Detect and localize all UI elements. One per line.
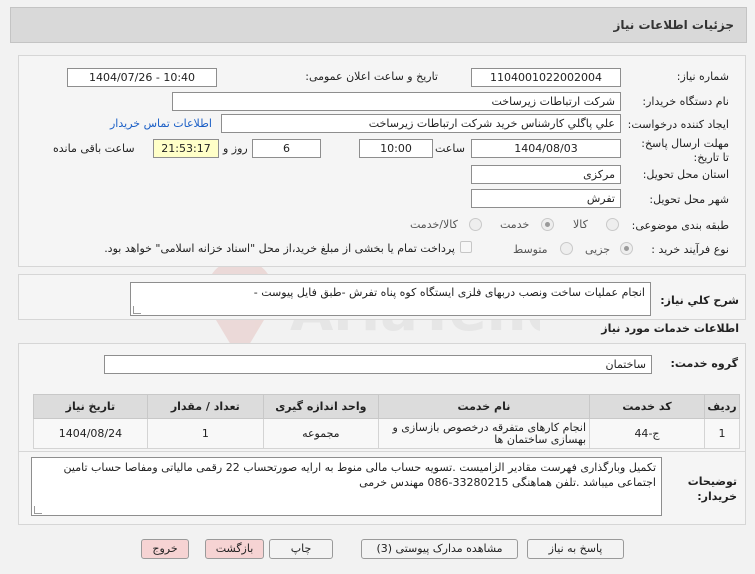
cell-need-date: 1404/08/24	[33, 418, 148, 449]
payment-checkbox[interactable]	[460, 241, 472, 253]
deadline-date-field[interactable]: 1404/08/03	[471, 139, 621, 158]
creator-label: ايجاد كننده درخواست:	[627, 118, 729, 131]
category-radio-service[interactable]	[541, 218, 554, 231]
announce-label: تاريخ و ساعت اعلان عمومی:	[305, 70, 438, 83]
payment-text: پرداخت تمام یا بخشی از مبلغ خرید،از محل …	[104, 242, 455, 255]
process-label: نوع فرآیند خرید :	[651, 243, 729, 256]
creator-field[interactable]: علي پاگلي كارشناس خريد شركت ارتباطات زير…	[221, 114, 621, 133]
category-option-goods-service: کالا/خدمت	[410, 218, 458, 231]
col-header-service-name: نام خدمت	[377, 394, 591, 419]
buyer-org-label: نام دستگاه خريدار:	[642, 95, 729, 108]
print-button[interactable]: چاپ	[269, 539, 333, 559]
time-label: ساعت	[435, 142, 465, 155]
days-field[interactable]: 6	[252, 139, 321, 158]
col-header-need-date: تاريخ نياز	[33, 394, 148, 419]
col-header-row-number: رديف	[703, 394, 741, 419]
table-row[interactable]: 1 ج-44 انجام کارهای متفرقه درخصوص بازساز…	[33, 418, 741, 449]
service-group-label: گروه خدمت:	[670, 357, 738, 370]
category-radio-goods[interactable]	[606, 218, 619, 231]
remaining-time-field[interactable]: 21:53:17	[153, 139, 219, 158]
contact-info-link[interactable]: اطلاعات تماس خريدار	[110, 117, 212, 130]
need-number-field[interactable]: 1104001022002004	[471, 68, 621, 87]
province-label: استان محل تحويل:	[642, 168, 729, 181]
category-radio-goods-service[interactable]	[469, 218, 482, 231]
deadline-label: مهلت ارسال پاسخ: تا تاریخ:	[641, 137, 729, 164]
col-header-service-code: كد خدمت	[589, 394, 705, 419]
process-option-medium: متوسط	[513, 243, 548, 256]
exit-button[interactable]: خروج	[141, 539, 189, 559]
notes-textarea[interactable]: تکمیل وبارگذاری فهرست مقادیر الزامیست .ت…	[31, 457, 662, 516]
page-title: جزئيات اطلاعات نياز	[613, 18, 734, 32]
cell-unit: مجموعه	[262, 418, 379, 449]
process-radio-medium[interactable]	[560, 242, 573, 255]
services-table: رديف كد خدمت نام خدمت واحد اندازه گيری ت…	[33, 394, 741, 449]
cell-service-name: انجام کارهای متفرقه درخصوص بازسازی و بهس…	[377, 418, 591, 449]
resize-grip-icon[interactable]	[133, 306, 141, 314]
summary-text: انجام عملیات ساخت ونصب دربهای فلزی ایستگ…	[253, 286, 645, 299]
buyer-org-field[interactable]: شركت ارتباطات زيرساخت	[172, 92, 621, 111]
service-group-field[interactable]: ساختمان	[104, 355, 652, 374]
col-header-unit: واحد اندازه گيری	[262, 394, 379, 419]
city-label: شهر محل تحويل:	[649, 193, 729, 206]
category-option-goods: کالا	[573, 218, 588, 231]
cell-service-code: ج-44	[589, 418, 705, 449]
table-header-row: رديف كد خدمت نام خدمت واحد اندازه گيری ت…	[33, 394, 741, 419]
col-header-quantity: تعداد / مقدار	[146, 394, 264, 419]
need-number-label: شماره نياز:	[676, 70, 729, 83]
city-field[interactable]: تفرش	[471, 189, 621, 208]
process-option-minor: جزیی	[585, 243, 611, 256]
cell-quantity: 1	[146, 418, 264, 449]
summary-textarea[interactable]: انجام عملیات ساخت ونصب دربهای فلزی ایستگ…	[130, 282, 651, 316]
remaining-label: ساعت باقی مانده	[53, 142, 135, 155]
reply-button[interactable]: پاسخ به نياز	[527, 539, 624, 559]
notes-text: تکمیل وبارگذاری فهرست مقادیر الزامیست .ت…	[63, 461, 656, 489]
cell-row-number: 1	[703, 418, 741, 449]
province-field[interactable]: مرکزی	[471, 165, 621, 184]
days-label: روز و	[223, 142, 248, 155]
summary-label: شرح كلي نياز:	[660, 294, 739, 307]
services-section-title: اطلاعات خدمات مورد نياز	[601, 322, 739, 335]
deadline-time-field[interactable]: 10:00	[359, 139, 433, 158]
category-label: طبقه بندی موضوعی:	[631, 219, 729, 232]
announce-field[interactable]: 1404/07/26 - 10:40	[67, 68, 217, 87]
process-radio-minor[interactable]	[620, 242, 633, 255]
page-header: جزئيات اطلاعات نياز	[10, 7, 747, 43]
view-attachments-button[interactable]: مشاهده مدارک پيوستی (3)	[361, 539, 518, 559]
back-button[interactable]: بازگشت	[205, 539, 264, 559]
notes-label: توضيحات خريدار:	[687, 475, 737, 503]
resize-grip-icon[interactable]	[34, 506, 42, 514]
category-option-service: خدمت	[500, 218, 530, 231]
